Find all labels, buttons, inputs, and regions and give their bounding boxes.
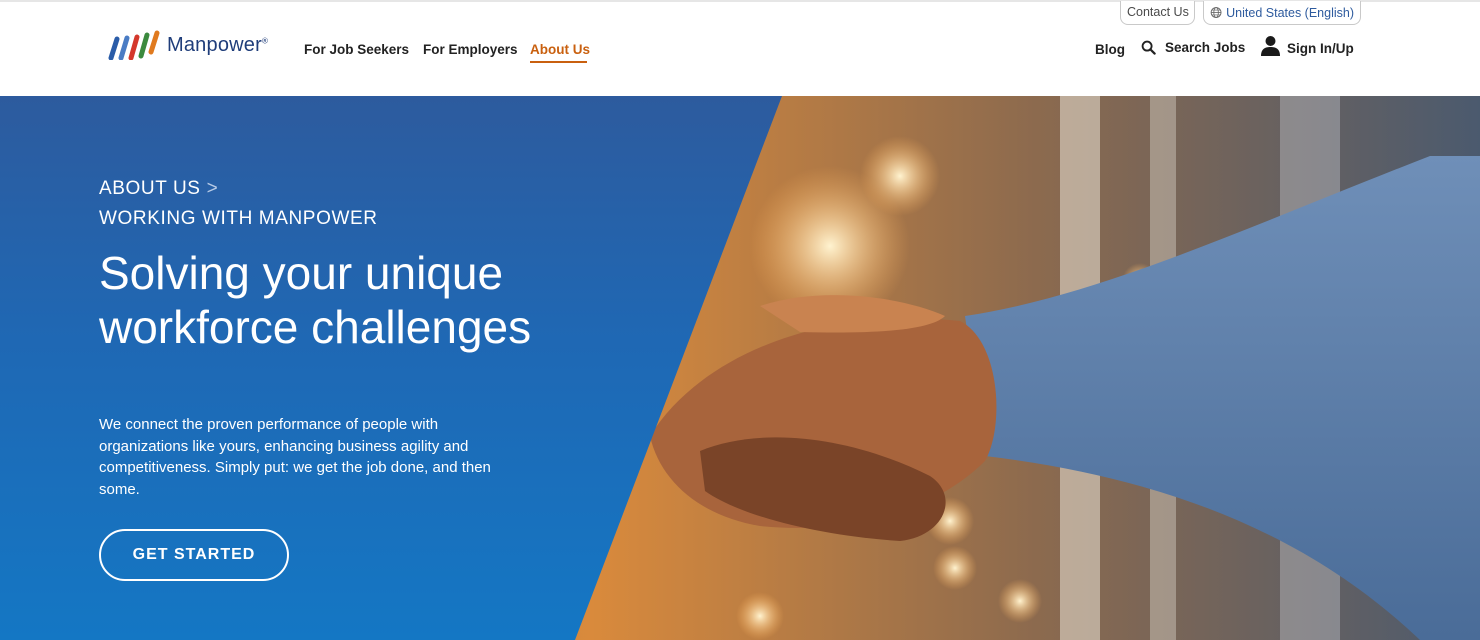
sign-in-link[interactable]: Sign In/Up <box>1260 35 1354 57</box>
registered-mark: ® <box>261 35 269 45</box>
sign-in-label: Sign In/Up <box>1287 41 1354 56</box>
country-label: United States (English) <box>1226 5 1354 20</box>
breadcrumb-current: WORKING WITH MANPOWER <box>99 208 378 229</box>
search-jobs-label: Search Jobs <box>1165 40 1246 55</box>
logo-wordmark: Manpower® <box>167 33 269 56</box>
country-selector[interactable]: United States (English) <box>1203 1 1361 25</box>
contact-us-link[interactable]: Contact Us <box>1120 1 1195 25</box>
user-icon <box>1261 36 1280 56</box>
manpower-logo[interactable]: Manpower® <box>107 30 268 60</box>
nav-for-employers[interactable]: For Employers <box>423 42 518 57</box>
nav-about-us[interactable]: About Us <box>530 42 590 57</box>
globe-icon <box>1210 7 1222 18</box>
hero-section: ABOUT US > WORKING WITH MANPOWER Solving … <box>0 96 1480 640</box>
logo-mark-icon <box>108 30 160 60</box>
hero-headline: Solving your unique workforce challenges <box>99 247 532 353</box>
breadcrumb-separator: > <box>206 178 219 199</box>
active-nav-underline <box>530 61 587 63</box>
get-started-button[interactable]: GET STARTED <box>99 529 289 581</box>
search-jobs-link[interactable]: Search Jobs <box>1141 40 1245 55</box>
search-icon <box>1141 40 1156 55</box>
site-header: Contact Us United States (English) Manpo… <box>0 1 1480 96</box>
nav-for-job-seekers[interactable]: For Job Seekers <box>304 42 409 57</box>
breadcrumb-about-us[interactable]: ABOUT US > <box>99 178 218 200</box>
breadcrumb-label[interactable]: ABOUT US <box>99 178 201 199</box>
hero-description: We connect the proven performance of peo… <box>99 416 491 498</box>
blog-link[interactable]: Blog <box>1095 42 1125 57</box>
